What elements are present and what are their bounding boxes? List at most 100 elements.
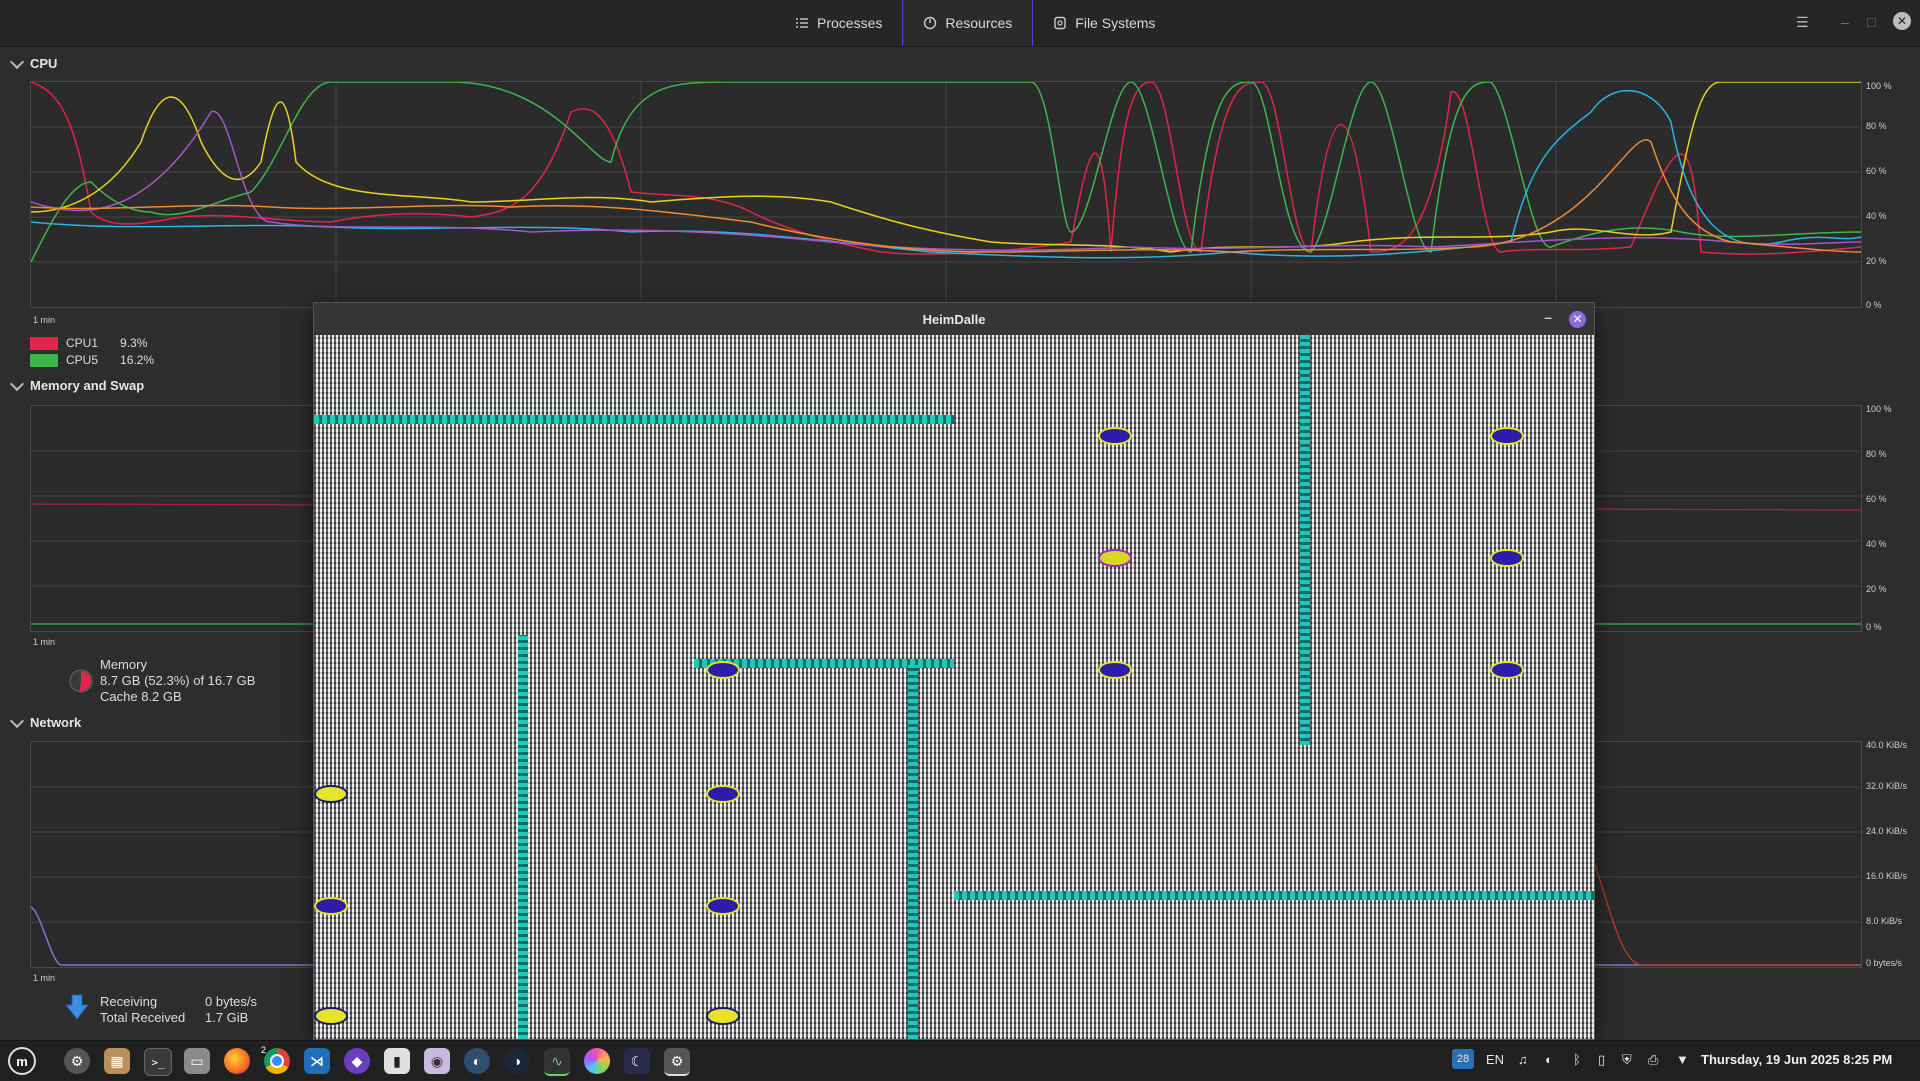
pattern-blob bbox=[1098, 661, 1132, 679]
maximize-icon[interactable]: □ bbox=[1867, 14, 1875, 30]
network-axis-0: 0 bytes/s bbox=[1866, 958, 1903, 968]
pattern-blob bbox=[314, 785, 348, 803]
files-icon[interactable]: ▭ bbox=[184, 1048, 210, 1074]
memory-time-label: 1 min bbox=[33, 637, 56, 647]
pattern-blob bbox=[706, 897, 740, 915]
terminal-icon[interactable]: >_ bbox=[144, 1048, 172, 1076]
network-axis-40k: 40.0 KiB/s bbox=[1866, 740, 1908, 750]
tab-processes-label: Processes bbox=[817, 15, 883, 31]
chrome-icon[interactable] bbox=[264, 1048, 290, 1074]
printer-icon[interactable]: ⎙ bbox=[1648, 1052, 1658, 1068]
network-time-label: 1 min bbox=[33, 973, 56, 983]
memory-axis-80: 80 % bbox=[1866, 449, 1887, 459]
color-icon[interactable] bbox=[584, 1048, 610, 1074]
gauge-icon bbox=[924, 16, 937, 30]
receiving-value: 0 bytes/s bbox=[205, 994, 258, 1009]
steam-icon[interactable]: ◐ bbox=[464, 1048, 490, 1074]
steam-2-icon[interactable]: ◑ bbox=[504, 1048, 530, 1074]
header-bar: Processes Resources File Systems ☰ – □ ✕ bbox=[0, 0, 1920, 47]
cpu-section-header[interactable]: CPU bbox=[9, 54, 58, 71]
network-section-title: Network bbox=[30, 715, 82, 730]
vscode-icon[interactable]: ⋊ bbox=[304, 1048, 330, 1074]
archive-icon[interactable]: ▦ bbox=[104, 1048, 130, 1074]
cpu1-swatch[interactable] bbox=[30, 336, 58, 350]
tab-file-systems-label: File Systems bbox=[1075, 15, 1156, 31]
moon-icon[interactable]: ☾ bbox=[624, 1048, 650, 1074]
mint-menu-icon[interactable]: m bbox=[8, 1047, 36, 1075]
pattern-blob bbox=[706, 785, 740, 803]
tab-file-systems[interactable]: File Systems bbox=[1033, 0, 1175, 46]
cyan-band bbox=[1300, 335, 1310, 745]
download-arrow-icon[interactable] bbox=[64, 993, 90, 1021]
twitch-icon[interactable]: ▮ bbox=[384, 1048, 410, 1074]
network-axis-32k: 32.0 KiB/s bbox=[1866, 781, 1908, 791]
heimdalle-titlebar[interactable]: HeimDalle – ✕ bbox=[314, 303, 1594, 335]
cpu-axis-60: 60 % bbox=[1866, 166, 1887, 176]
hamburger-menu-icon[interactable]: ☰ bbox=[1796, 14, 1809, 31]
total-received-label: Total Received bbox=[100, 1010, 186, 1025]
cyan-band bbox=[954, 891, 1594, 900]
music-icon[interactable]: ♫ bbox=[1518, 1052, 1528, 1067]
pattern-blob bbox=[314, 1007, 348, 1025]
settings-icon[interactable]: ⚙ bbox=[64, 1048, 90, 1074]
memory-axis-40: 40 % bbox=[1866, 539, 1887, 549]
memory-pie-icon[interactable] bbox=[68, 668, 94, 694]
cpu-axis-20: 20 % bbox=[1866, 256, 1887, 266]
cpu-graph bbox=[30, 81, 1862, 308]
memory-section-title: Memory and Swap bbox=[30, 378, 145, 393]
pattern-blob bbox=[1098, 549, 1132, 567]
cpu5-name: CPU5 bbox=[66, 353, 99, 367]
network-section-header[interactable]: Network bbox=[9, 713, 82, 730]
cyan-band bbox=[518, 635, 528, 1039]
steam-tray-icon[interactable]: ◐ bbox=[1545, 1052, 1553, 1067]
heimdalle-canvas[interactable] bbox=[314, 335, 1594, 1039]
cyan-band bbox=[314, 415, 954, 424]
memory-axis-20: 20 % bbox=[1866, 584, 1887, 594]
view-tabs: Processes Resources File Systems bbox=[775, 0, 1175, 46]
disk-icon bbox=[1054, 16, 1066, 30]
bluetooth-icon[interactable]: ᛒ bbox=[1573, 1052, 1581, 1067]
network-axis-16k: 16.0 KiB/s bbox=[1866, 871, 1908, 881]
tab-processes[interactable]: Processes bbox=[775, 0, 902, 46]
memory-label: Memory bbox=[100, 657, 147, 672]
receiving-label: Receiving bbox=[100, 994, 158, 1009]
cpu5-value: 16.2% bbox=[120, 353, 155, 367]
heimdalle-icon[interactable]: ⚙ bbox=[664, 1048, 690, 1076]
calendar-day[interactable]: 28 bbox=[1452, 1049, 1474, 1069]
wifi-icon[interactable]: ▼ bbox=[1676, 1052, 1689, 1067]
tab-resources[interactable]: Resources bbox=[902, 0, 1034, 46]
memory-section-header[interactable]: Memory and Swap bbox=[9, 376, 145, 393]
heimdalle-title: HeimDalle bbox=[922, 311, 986, 327]
pattern-blob bbox=[1098, 427, 1132, 445]
cpu5-swatch[interactable] bbox=[30, 353, 58, 367]
language-indicator[interactable]: EN bbox=[1486, 1052, 1504, 1067]
cpu-axis-100: 100 % bbox=[1866, 81, 1892, 91]
memory-axis-60: 60 % bbox=[1866, 494, 1887, 504]
chevron-down-icon bbox=[9, 713, 25, 728]
taskbar: m ⚙ ▦ >_ ▭ 2 ⋊ ◆ ▮ ◉ ◐ ◑ ∿ ☾ ⚙ 28 EN ♫ ◐… bbox=[0, 1040, 1920, 1081]
minimize-icon[interactable]: – bbox=[1841, 14, 1849, 30]
memory-usage: 8.7 GB (52.3%) of 16.7 GB bbox=[100, 673, 256, 688]
firefox-icon[interactable] bbox=[224, 1048, 250, 1074]
close-icon[interactable]: ✕ bbox=[1893, 12, 1911, 30]
cpu5-legend[interactable]: CPU5 16.2% bbox=[30, 353, 154, 367]
cpu1-value: 9.3% bbox=[120, 336, 148, 350]
cpu-time-label: 1 min bbox=[33, 315, 56, 325]
system-monitor-icon[interactable]: ∿ bbox=[544, 1048, 570, 1076]
pattern-blob bbox=[1490, 427, 1524, 445]
cpu-section-title: CPU bbox=[30, 56, 58, 71]
network-values: 0 bytes/s 1.7 GiB bbox=[205, 994, 257, 1026]
app-icon[interactable]: ◆ bbox=[344, 1048, 370, 1074]
camera-icon[interactable]: ◉ bbox=[424, 1048, 450, 1074]
clock[interactable]: Thursday, 19 Jun 2025 8:25 PM bbox=[1701, 1052, 1892, 1067]
heimdalle-window[interactable]: HeimDalle – ✕ bbox=[313, 302, 1595, 1040]
close-icon[interactable]: ✕ bbox=[1569, 311, 1586, 328]
clipboard-icon[interactable]: ▯ bbox=[1598, 1052, 1605, 1068]
minimize-icon[interactable]: – bbox=[1544, 309, 1552, 325]
network-axis-8k: 8.0 KiB/s bbox=[1866, 916, 1903, 926]
network-axis-24k: 24.0 KiB/s bbox=[1866, 826, 1908, 836]
shield-icon[interactable]: ⛨ bbox=[1622, 1052, 1632, 1068]
pattern-blob bbox=[1490, 549, 1524, 567]
memory-info: Memory 8.7 GB (52.3%) of 16.7 GB Cache 8… bbox=[100, 657, 255, 705]
cpu1-legend[interactable]: CPU1 9.3% bbox=[30, 336, 147, 350]
